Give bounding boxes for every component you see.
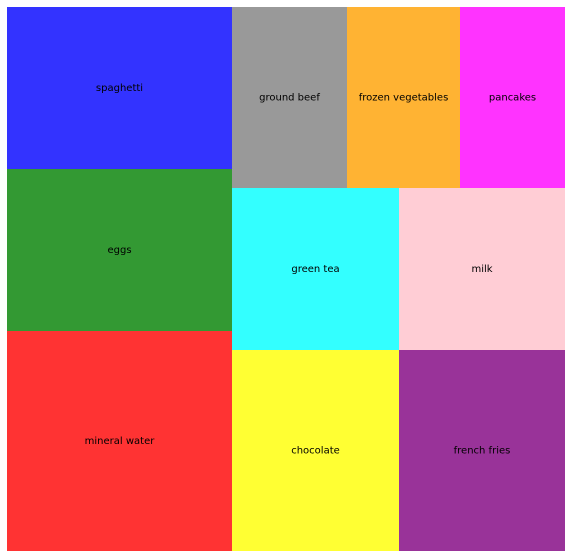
tile-label-mineral-water: mineral water — [85, 436, 156, 447]
tile-label-frozen-vegetables: frozen vegetables — [359, 93, 449, 104]
tile-label-milk: milk — [471, 264, 492, 275]
tile-label-spaghetti: spaghetti — [96, 83, 143, 94]
treemap-chart: spaghetti eggs mineral water ground beef fro… — [7, 7, 565, 551]
tile-label-pancakes: pancakes — [489, 93, 536, 104]
tile-label-green-tea: green tea — [291, 264, 339, 275]
tile-label-eggs: eggs — [107, 245, 131, 256]
tile-label-chocolate: chocolate — [291, 446, 340, 457]
tile-label-ground-beef: ground beef — [259, 93, 320, 104]
tile-label-french-fries: french fries — [454, 446, 511, 457]
